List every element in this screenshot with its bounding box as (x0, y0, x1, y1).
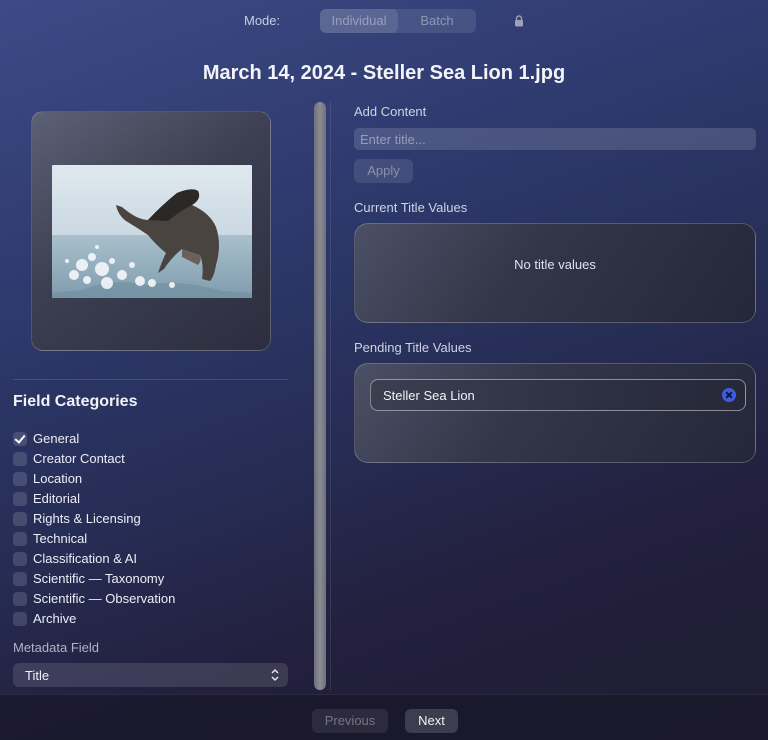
top-bar: Mode: Individual Batch (0, 9, 768, 33)
checkbox[interactable] (13, 492, 27, 506)
category-editorial[interactable]: Editorial (13, 490, 263, 508)
checkbox[interactable] (13, 552, 27, 566)
mode-batch-button[interactable]: Batch (398, 9, 476, 33)
pending-value-text: Steller Sea Lion (383, 388, 475, 403)
category-label: Classification & AI (33, 551, 138, 566)
mode-segmented-control[interactable]: Individual Batch (320, 9, 476, 33)
category-general[interactable]: General (13, 430, 263, 448)
panel-splitter-handle[interactable] (314, 102, 326, 690)
image-preview (52, 165, 252, 298)
mode-individual-button[interactable]: Individual (320, 9, 398, 33)
category-label: Scientific — Observation (33, 591, 176, 606)
category-label: Creator Contact (33, 451, 125, 466)
bottom-bar: Previous Next (0, 694, 768, 740)
image-preview-card (31, 111, 271, 351)
category-label: Technical (33, 531, 88, 546)
checkbox[interactable] (13, 612, 27, 626)
next-button[interactable]: Next (405, 709, 458, 733)
checkbox[interactable] (13, 452, 27, 466)
previous-button[interactable]: Previous (312, 709, 388, 733)
pending-title-values-panel: Steller Sea Lion (354, 363, 756, 463)
category-technical[interactable]: Technical (13, 530, 263, 548)
field-categories-heading: Field Categories (13, 393, 138, 410)
metadata-field-label: Metadata Field (13, 640, 99, 655)
category-label: Rights & Licensing (33, 511, 141, 526)
mode-label: Mode: (244, 13, 281, 28)
category-scientific-observation[interactable]: Scientific — Observation (13, 590, 263, 608)
category-label: Location (33, 471, 83, 486)
checkbox[interactable] (13, 512, 27, 526)
category-classification-ai[interactable]: Classification & AI (13, 550, 263, 568)
title-input[interactable] (354, 128, 756, 150)
apply-button[interactable]: Apply (354, 159, 413, 183)
empty-message: No title values (514, 257, 596, 272)
category-scientific-taxonomy[interactable]: Scientific — Taxonomy (13, 570, 263, 588)
category-label: General (33, 431, 80, 446)
checkbox-checked[interactable] (13, 432, 27, 446)
category-location[interactable]: Location (13, 470, 263, 488)
vertical-divider (330, 102, 331, 690)
lock-icon[interactable] (514, 15, 524, 27)
metadata-field-value: Title (25, 668, 50, 683)
category-label: Archive (33, 611, 77, 626)
category-rights-licensing[interactable]: Rights & Licensing (13, 510, 263, 528)
add-content-label: Add Content (354, 104, 427, 119)
checkbox[interactable] (13, 572, 27, 586)
current-title-values-panel: No title values (354, 223, 756, 323)
checkbox[interactable] (13, 472, 27, 486)
checkbox[interactable] (13, 532, 27, 546)
category-creator-contact[interactable]: Creator Contact (13, 450, 263, 468)
pending-value-pill[interactable]: Steller Sea Lion (370, 379, 746, 411)
left-divider (13, 379, 288, 380)
checkbox[interactable] (13, 592, 27, 606)
category-label: Editorial (33, 491, 80, 506)
remove-circle-icon[interactable] (722, 388, 736, 402)
current-title-values-label: Current Title Values (354, 200, 468, 215)
pending-title-values-label: Pending Title Values (354, 340, 472, 355)
chevron-updown-icon (271, 668, 279, 682)
category-archive[interactable]: Archive (13, 610, 263, 628)
category-label: Scientific — Taxonomy (33, 571, 165, 586)
metadata-field-select[interactable]: Title (13, 663, 288, 687)
page-title: March 14, 2024 - Steller Sea Lion 1.jpg (202, 62, 566, 84)
